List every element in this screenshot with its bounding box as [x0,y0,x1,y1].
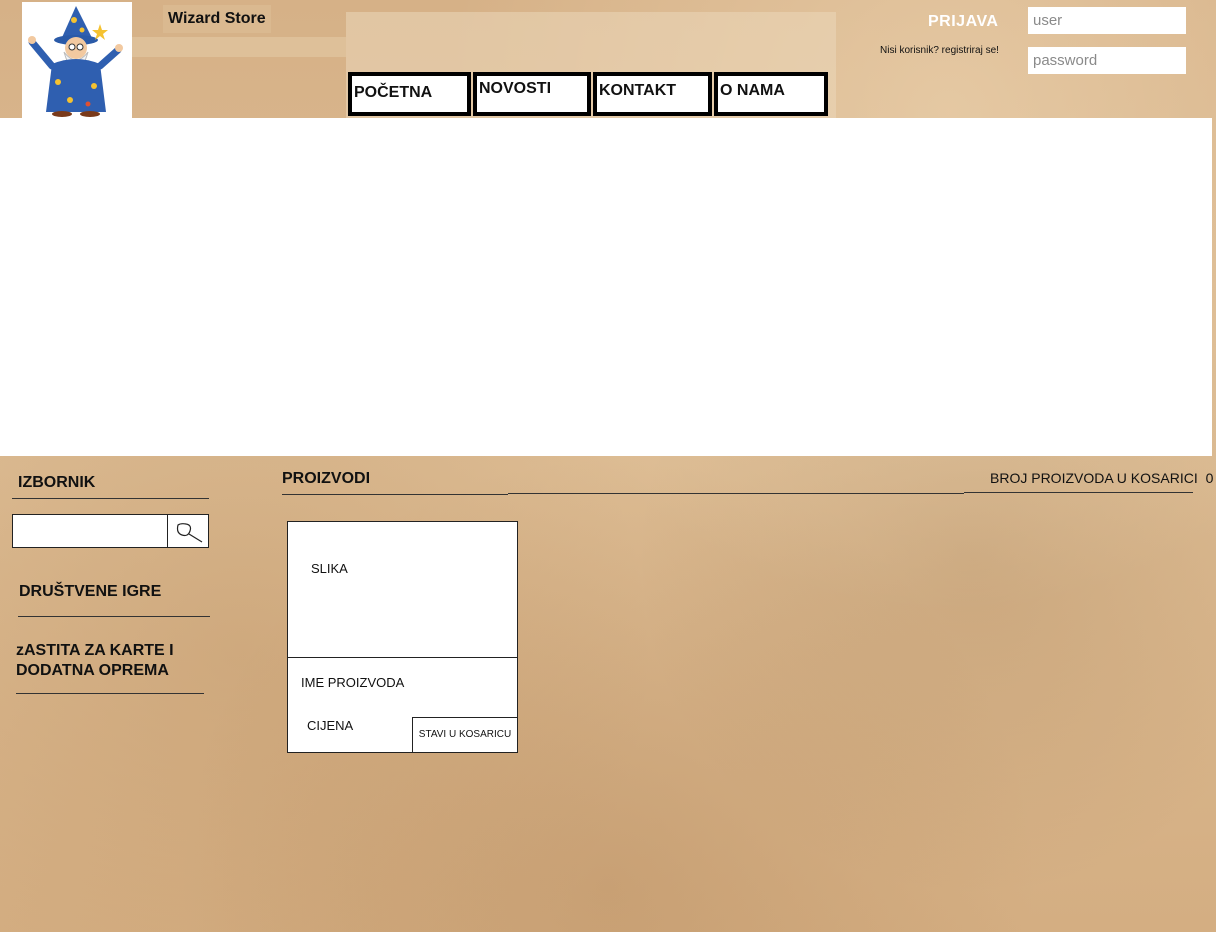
products-heading: PROIZVODI [282,470,371,487]
divider [12,498,209,499]
login-title: PRIJAVA [928,13,999,30]
cart-count: BROJ PROIZVODA U KOSARICI 0 [990,470,1213,486]
cart-count-value: 0 [1205,470,1214,486]
sidebar-heading: IZBORNIK [18,474,96,491]
divider [16,693,204,694]
divider [282,494,508,495]
sidebar-item-zastita-za-karte[interactable]: zASTITA ZA KARTE I DODATNA OPREMA [16,641,204,681]
product-name[interactable]: IME PROIZVODA [301,675,404,690]
nav-item-novosti[interactable]: NOVOSTI [473,72,591,116]
wizard-logo-icon[interactable] [22,2,132,118]
product-image[interactable]: SLIKA [288,522,517,658]
product-card[interactable]: SLIKA IME PROIZVODA CIJENA STAVI U KOSAR… [287,521,518,753]
cart-count-label: BROJ PROIZVODA U KOSARICI [990,470,1198,486]
nav-item-label: O NAMA [720,82,785,99]
search-icon [176,523,203,543]
brand-title: Wizard Store [163,5,271,33]
nav-item-pocetna[interactable]: POČETNA [348,72,471,116]
nav-item-label: NOVOSTI [479,80,552,97]
divider [964,492,1193,493]
search-input[interactable] [13,515,167,547]
nav-item-kontakt[interactable]: KONTAKT [593,72,712,116]
search-button[interactable] [167,515,208,547]
header-strip [132,37,346,57]
search-box [12,514,209,548]
divider [18,616,210,617]
add-to-cart-button[interactable]: STAVI U KOSARICU [412,717,518,753]
product-price: CIJENA [307,718,354,733]
username-input[interactable] [1028,7,1186,34]
banner-area [0,118,1212,456]
nav-item-label: KONTAKT [599,82,677,99]
sidebar-item-drustvene-igre[interactable]: DRUŠTVENE IGRE [19,582,209,602]
nav-item-label: POČETNA [354,84,433,101]
product-image-label: SLIKA [311,561,348,576]
nav-item-o-nama[interactable]: O NAMA [714,72,828,116]
password-input[interactable] [1028,47,1186,74]
divider [508,493,964,494]
register-link[interactable]: Nisi korisnik? registriraj se! [880,45,999,56]
